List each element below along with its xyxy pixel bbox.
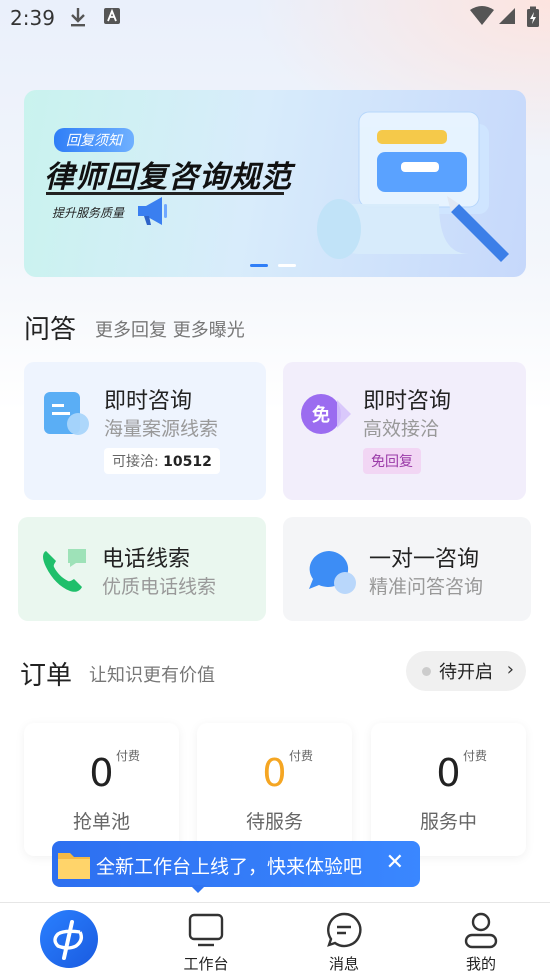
- card-title: 即时咨询: [104, 389, 193, 414]
- pending-service-box[interactable]: 0 付费 待服务: [197, 723, 352, 856]
- megaphone-icon: [134, 194, 174, 232]
- instant-consult-card[interactable]: 即时咨询 海量案源线索 可接洽: 10512: [24, 362, 266, 500]
- toast-pointer: [190, 885, 206, 893]
- qa-section-title: 问答: [24, 315, 77, 345]
- app-logo-icon: [53, 920, 84, 960]
- orders-section-subtitle: 让知识更有价值: [89, 665, 215, 686]
- status-bar: 2:39: [0, 0, 550, 36]
- paid-label: 付费: [463, 749, 488, 763]
- folder-icon: [56, 847, 92, 886]
- nav-label: 消息: [328, 955, 359, 973]
- new-workbench-toast[interactable]: 全新工作台上线了，快来体验吧 ✕: [52, 841, 420, 893]
- banner-title: 律师回复咨询规范: [44, 160, 292, 195]
- card-subtitle: 海量案源线索: [104, 418, 219, 440]
- pagination-dot[interactable]: [278, 264, 296, 267]
- orders-section-title: 订单: [20, 661, 73, 691]
- toast-text: 全新工作台上线了，快来体验吧: [96, 856, 363, 878]
- card-title: 一对一咨询: [369, 547, 480, 572]
- in-service-box[interactable]: 0 付费 服务中: [371, 723, 526, 856]
- order-box-label: 待服务: [245, 811, 303, 833]
- card-title: 即时咨询: [363, 389, 452, 414]
- chevron-right-icon: ›: [506, 659, 514, 680]
- keyboard-a-icon: [103, 6, 121, 31]
- document-pen-illustration: [309, 104, 519, 277]
- nav-home-logo[interactable]: [40, 910, 98, 968]
- phone-leads-card[interactable]: 电话线索 优质电话线索: [18, 517, 266, 621]
- document-chat-icon: [42, 390, 92, 444]
- order-box-label: 服务中: [419, 811, 477, 833]
- status-time: 2:39: [10, 6, 55, 30]
- nav-workbench[interactable]: 工作台: [156, 903, 256, 979]
- card-subtitle: 高效接洽: [363, 418, 440, 440]
- order-count: 0: [262, 751, 287, 795]
- available-count-badge: 可接洽: 10512: [104, 448, 220, 474]
- pagination-dot-active[interactable]: [250, 264, 268, 267]
- free-badge-icon: 免: [299, 390, 353, 444]
- banner-subtitle: 提升服务质量: [52, 206, 125, 220]
- order-count: 0: [436, 751, 461, 795]
- phone-icon: [40, 547, 90, 599]
- promo-banner[interactable]: 回复须知 律师回复咨询规范 提升服务质量: [24, 90, 526, 277]
- nav-label: 工作台: [183, 955, 229, 973]
- battery-icon: [526, 6, 540, 33]
- nav-profile[interactable]: 我的: [431, 903, 531, 979]
- free-reply-consult-card[interactable]: 免 即时咨询 高效接洽 免回复: [283, 362, 526, 500]
- free-badge-icon-text: 免: [312, 404, 330, 426]
- free-reply-badge: 免回复: [363, 448, 421, 474]
- banner-pagination: [250, 264, 296, 267]
- nav-label: 我的: [465, 955, 496, 973]
- wifi-icon: [470, 6, 494, 31]
- banner-tag: 回复须知: [54, 128, 134, 152]
- paid-label: 付费: [116, 749, 141, 763]
- user-icon: [463, 911, 499, 953]
- nav-messages[interactable]: 消息: [294, 903, 394, 979]
- card-title: 电话线索: [102, 547, 191, 572]
- chat-bubble-icon: [307, 547, 359, 599]
- order-pool-box[interactable]: 0 付费 抢单池: [24, 723, 179, 856]
- paid-label: 付费: [289, 749, 314, 763]
- available-count-value: 10512: [163, 454, 212, 470]
- signal-icon: [497, 6, 517, 31]
- download-icon: [68, 6, 88, 33]
- status-dot: [422, 666, 431, 676]
- status-chip-label: 待开启: [439, 662, 493, 683]
- message-icon: [326, 912, 362, 952]
- order-box-label: 抢单池: [72, 811, 130, 833]
- order-count: 0: [89, 751, 114, 795]
- available-count-label: 可接洽:: [112, 454, 164, 470]
- close-icon[interactable]: ✕: [386, 850, 404, 875]
- card-subtitle: 优质电话线索: [102, 576, 217, 598]
- card-subtitle: 精准问答咨询: [369, 576, 484, 598]
- qa-section-subtitle: 更多回复 更多曝光: [95, 320, 245, 341]
- service-status-toggle[interactable]: 待开启 ›: [406, 651, 526, 691]
- one-on-one-consult-card[interactable]: 一对一咨询 精准问答咨询: [283, 517, 531, 621]
- monitor-icon: [188, 913, 224, 951]
